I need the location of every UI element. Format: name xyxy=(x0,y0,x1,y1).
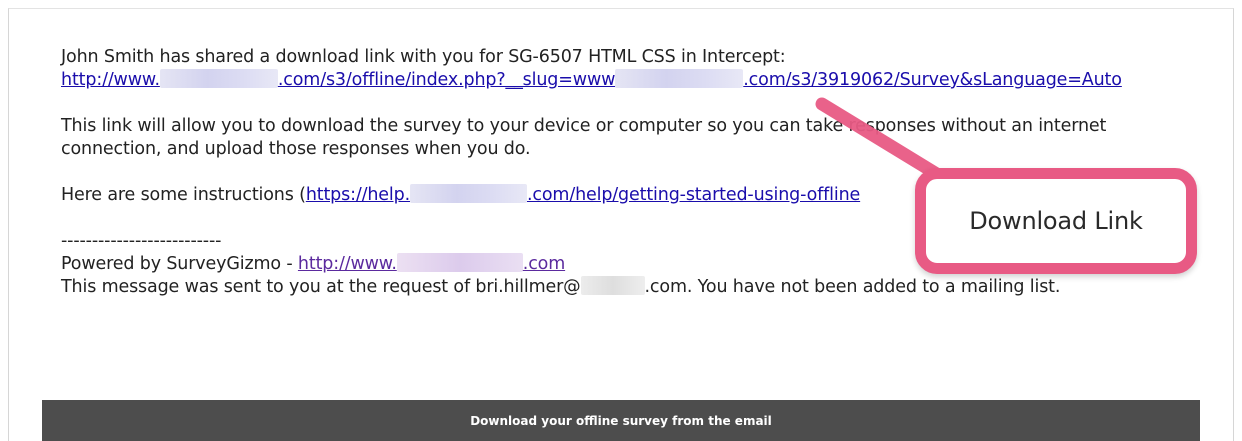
email-body-line: connection, and upload those responses w… xyxy=(61,139,531,159)
mailing-notice: This message was sent to you at the requ… xyxy=(61,276,1061,297)
surveygizmo-link[interactable]: http://www. .com xyxy=(298,253,565,274)
redacted-domain xyxy=(615,69,744,88)
email-body-line: This link will allow you to download the… xyxy=(61,116,1107,136)
caption-bar: Download your offline survey from the em… xyxy=(42,400,1200,441)
email-intro: John Smith has shared a download link wi… xyxy=(61,47,786,67)
redacted-domain xyxy=(396,253,523,272)
redacted-domain xyxy=(580,276,645,295)
download-link[interactable]: http://www. .com/s3/offline/index.php?__s… xyxy=(61,69,1122,90)
download-link-callout: Download Link xyxy=(915,168,1197,274)
redacted-domain xyxy=(159,69,278,88)
callout-label: Download Link xyxy=(969,207,1143,235)
instructions-link[interactable]: https://help. .com/help/getting-started-u… xyxy=(306,184,860,205)
download-link-line: http://www. .com/s3/offline/index.php?__s… xyxy=(61,69,1221,92)
redacted-domain xyxy=(409,184,527,203)
caption-text: Download your offline survey from the em… xyxy=(470,413,772,428)
